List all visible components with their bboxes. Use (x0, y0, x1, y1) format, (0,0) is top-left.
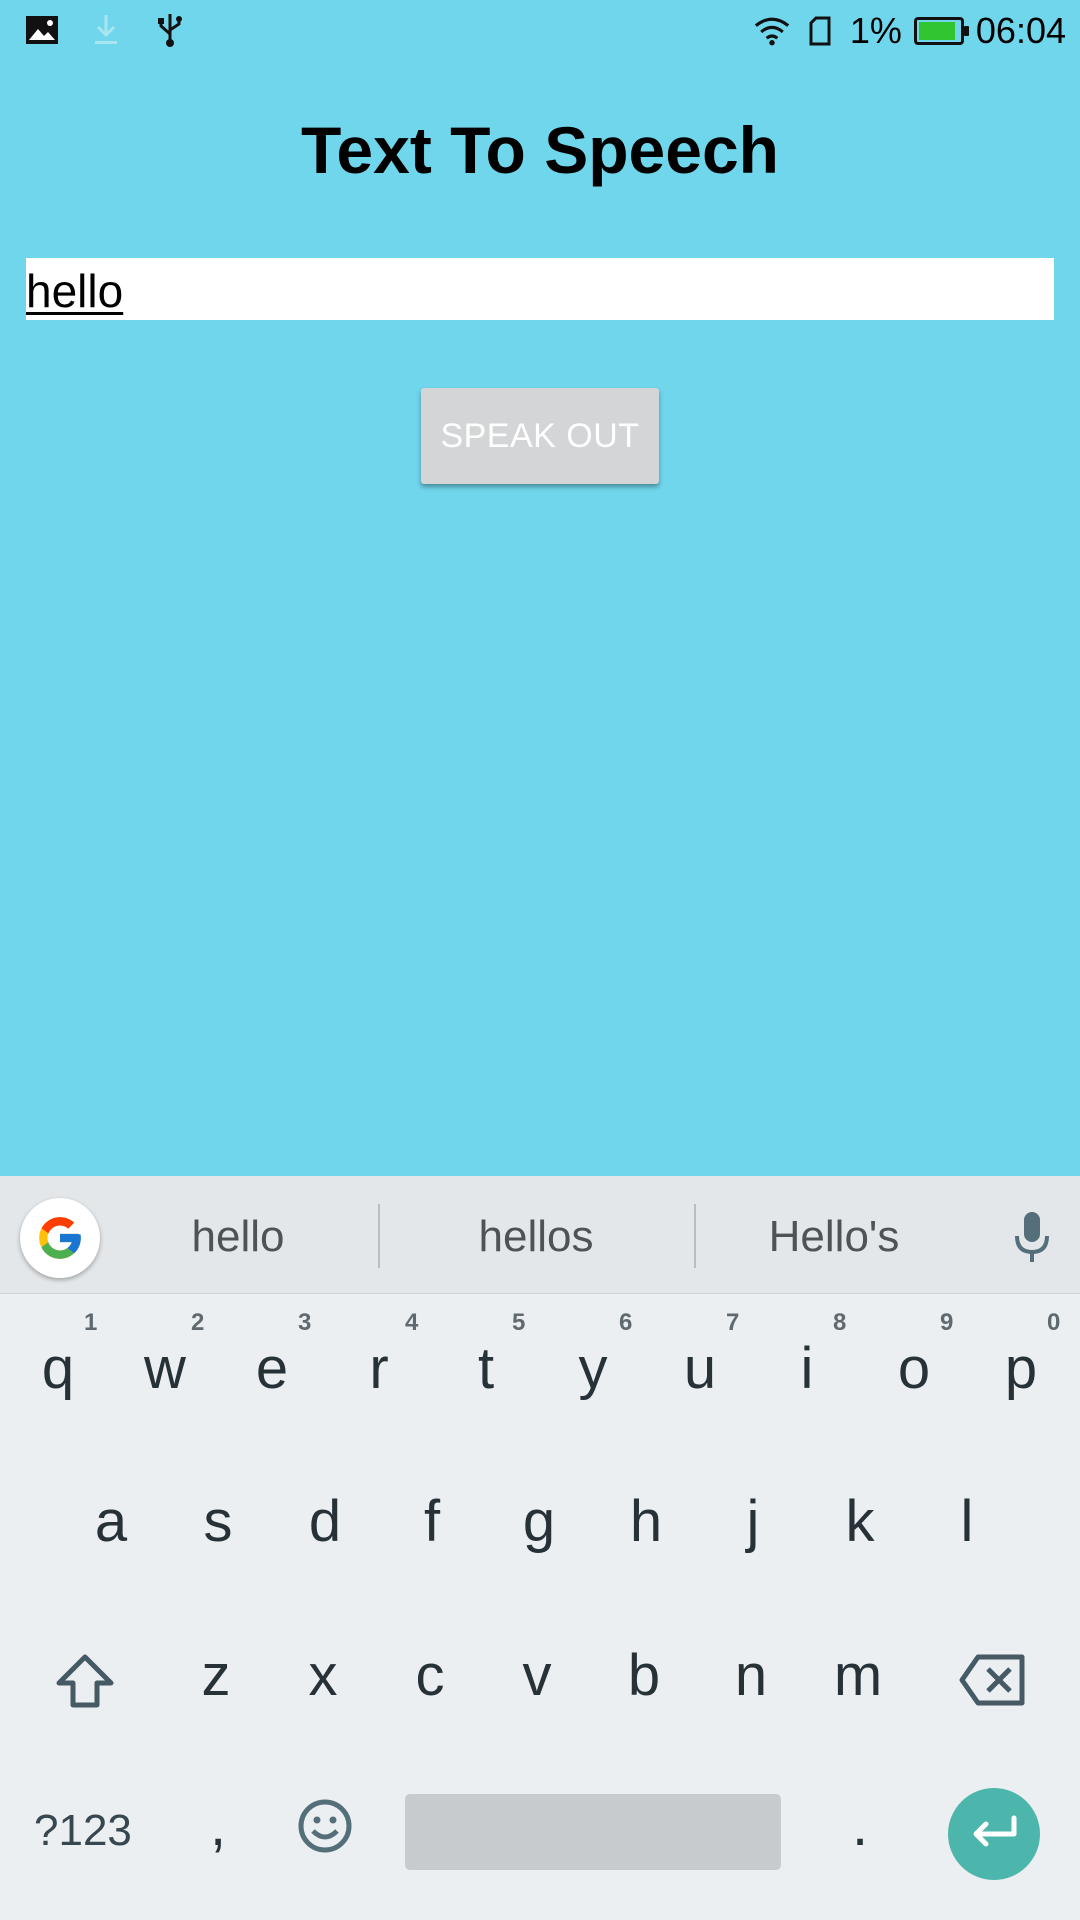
text-input[interactable]: hello (26, 258, 1054, 320)
microphone-icon[interactable] (1012, 1210, 1052, 1266)
key-j[interactable]: j (703, 1472, 803, 1572)
enter-arrow-icon (973, 1815, 1017, 1847)
shift-key[interactable] (35, 1631, 135, 1731)
period-key[interactable]: . (810, 1776, 910, 1876)
battery-percent: 1% (849, 10, 902, 51)
suggestion-divider (378, 1204, 380, 1268)
text-input-value: hello (26, 265, 124, 317)
key-f[interactable]: f (382, 1472, 482, 1572)
key-hint-5: 5 (512, 1309, 526, 1336)
enter-key[interactable] (948, 1788, 1040, 1880)
key-h[interactable]: h (596, 1472, 696, 1572)
key-v[interactable]: v (487, 1626, 587, 1726)
backspace-icon[interactable] (943, 1631, 1043, 1731)
wifi-icon (754, 13, 790, 49)
key-m[interactable]: m (808, 1626, 908, 1726)
google-icon[interactable] (20, 1198, 100, 1278)
comma-key[interactable]: , (168, 1776, 268, 1876)
key-n[interactable]: n (701, 1626, 801, 1726)
battery-icon (913, 17, 969, 45)
key-b[interactable]: b (594, 1626, 694, 1726)
suggestion-divider (694, 1204, 696, 1268)
suggestion-strip: hello hellos Hello's (0, 1176, 1080, 1294)
key-a[interactable]: a (61, 1472, 161, 1572)
image-icon (24, 12, 60, 48)
speak-out-button[interactable]: SPEAK OUT (421, 388, 659, 484)
sim-icon (802, 13, 838, 49)
emoji-icon[interactable] (275, 1776, 375, 1876)
download-icon (88, 12, 124, 48)
key-k[interactable]: k (810, 1472, 910, 1572)
usb-icon (152, 12, 188, 48)
key-d[interactable]: d (275, 1472, 375, 1572)
status-bar: 1% 06:04 (0, 0, 1080, 64)
key-hint-1: 1 (84, 1309, 98, 1336)
key-hint-0: 0 (1047, 1309, 1061, 1336)
key-l[interactable]: l (917, 1472, 1017, 1572)
key-hint-7: 7 (726, 1309, 740, 1336)
space-bar[interactable] (405, 1794, 781, 1870)
key-c[interactable]: c (380, 1626, 480, 1726)
key-hint-2: 2 (191, 1309, 205, 1336)
suggestion-1[interactable]: hello (138, 1212, 338, 1262)
symbols-key[interactable]: ?123 (34, 1806, 132, 1856)
key-g[interactable]: g (489, 1472, 589, 1572)
page-title: Text To Speech (301, 113, 779, 187)
key-hint-3: 3 (298, 1309, 312, 1336)
key-hint-6: 6 (619, 1309, 633, 1336)
suggestion-3[interactable]: Hello's (734, 1212, 934, 1262)
suggestion-2[interactable]: hellos (436, 1212, 636, 1262)
key-hint-4: 4 (405, 1309, 419, 1336)
key-z[interactable]: z (166, 1626, 266, 1726)
key-x[interactable]: x (273, 1626, 373, 1726)
key-hint-9: 9 (940, 1309, 954, 1336)
clock: 06:04 (975, 10, 1066, 51)
key-hint-8: 8 (833, 1309, 847, 1336)
key-s[interactable]: s (168, 1472, 268, 1572)
soft-keyboard: hello hellos Hello's q1w2e3r4t5y6u7i8o9p… (0, 1176, 1080, 1920)
